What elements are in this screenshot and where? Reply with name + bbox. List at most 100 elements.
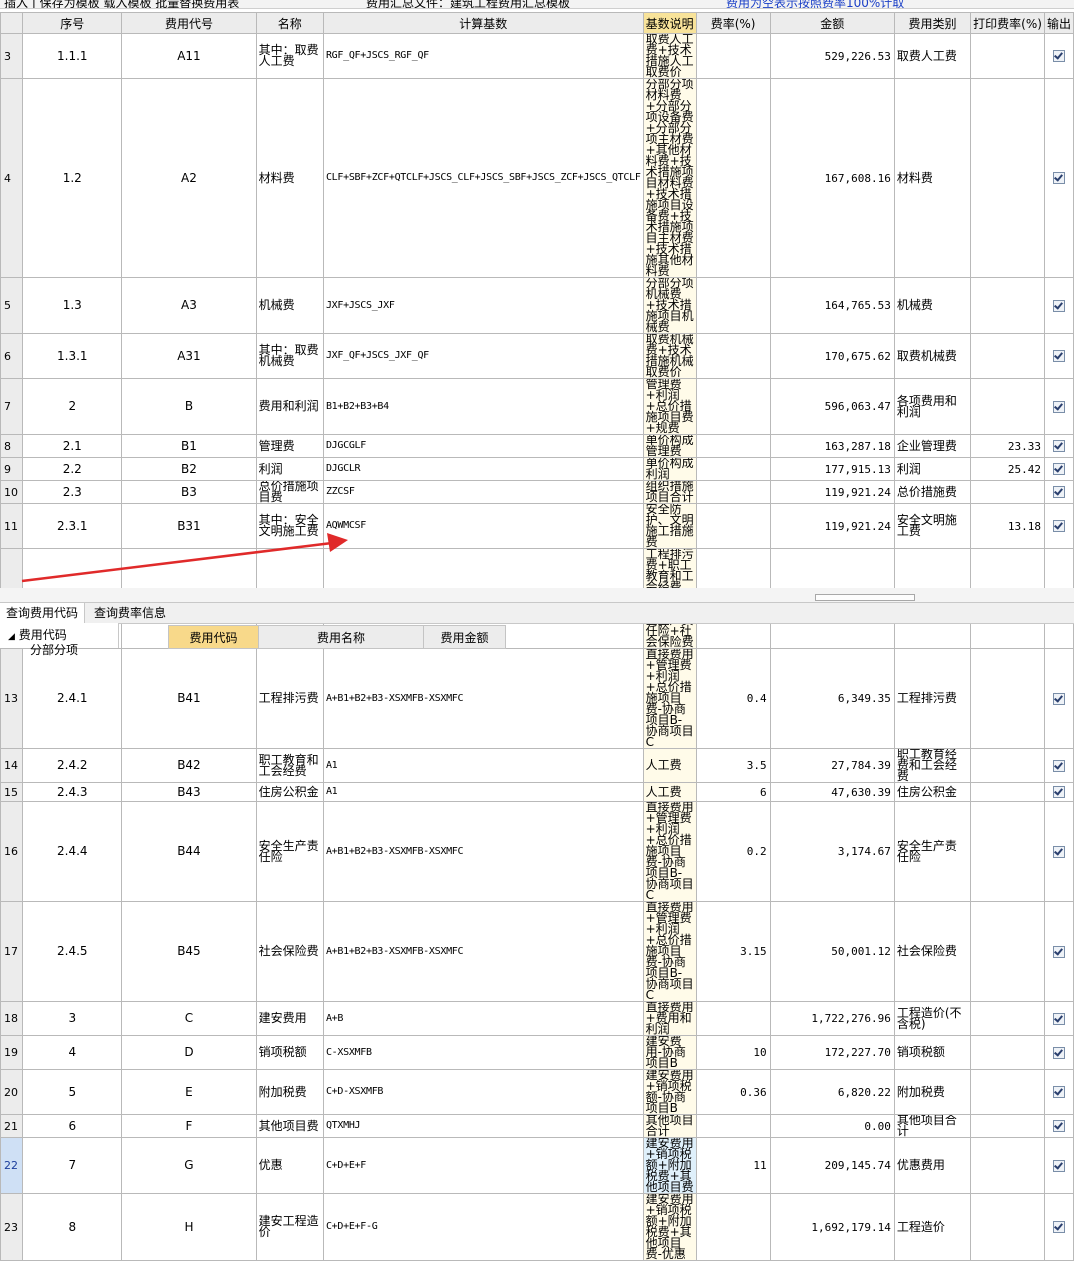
category-cell[interactable]: 企业管理费 [893,434,972,458]
name-cell[interactable]: 其中：取费人工费 [255,33,324,79]
seq-cell[interactable]: 4 [22,1035,123,1070]
seq-cell[interactable]: 2.4.1 [22,648,123,749]
header-name[interactable]: 名称 [255,12,324,34]
rate-cell[interactable] [695,1193,771,1261]
code-cell[interactable]: C [121,1001,257,1036]
base-desc-cell[interactable]: 分部分项机械费+技术措施项目机械费 [642,277,697,334]
base-cell[interactable]: CLF+SBF+ZCF+QTCLF+JSCS_CLF+JSCS_SBF+JSCS… [322,78,644,278]
output-cell[interactable] [1043,801,1074,902]
toolbar-left-text[interactable]: 插入 | 保存为模板 载入模板 批量替换费用表 [4,0,239,8]
seq-cell[interactable]: 2.2 [22,457,123,481]
output-cell[interactable] [1043,378,1074,435]
name-cell[interactable]: 机械费 [255,277,324,334]
amount-cell[interactable]: 177,915.13 [769,457,895,481]
base-cell[interactable]: B1+B2+B3+B4 [322,378,644,435]
output-cell[interactable] [1043,1069,1074,1115]
amount-cell[interactable]: 0.00 [769,1114,895,1138]
name-cell[interactable]: 优惠 [255,1137,324,1194]
category-cell[interactable]: 各项费用和利润 [893,378,972,435]
rate-cell[interactable]: 10 [695,1035,771,1070]
category-cell[interactable]: 优惠费用 [893,1137,972,1194]
output-cell[interactable] [1043,277,1074,334]
code-cell[interactable]: E [121,1069,257,1115]
name-cell[interactable]: 其中：取费机械费 [255,333,324,379]
code-cell[interactable]: B41 [121,648,257,749]
table-row[interactable]: 22 7 G 优惠 C+D+E+F 建安费用+销项税额+附加税费+其他项目费 11 209,1… [0,1137,1074,1194]
print-rate-cell[interactable] [970,1069,1045,1115]
output-checkbox[interactable] [1052,1012,1065,1025]
amount-cell[interactable]: 3,174.67 [769,801,895,902]
amount-cell[interactable]: 119,921.24 [769,480,895,504]
rate-cell[interactable] [695,378,771,435]
code-cell[interactable]: B2 [121,457,257,481]
amount-cell[interactable]: 529,226.53 [769,33,895,79]
base-desc-cell[interactable]: 安全防护、文明施工措施费 [642,503,697,549]
seq-cell[interactable]: 2.3.1 [22,503,123,549]
amount-cell[interactable]: 6,820.22 [769,1069,895,1115]
base-cell[interactable]: A+B1+B2+B3-XSXMFB-XSXMFC [322,801,644,902]
output-checkbox[interactable] [1052,463,1065,475]
base-desc-cell[interactable]: 建安费用+销项税额-协商项目B [642,1069,697,1115]
base-cell[interactable]: A+B1+B2+B3-XSXMFB-XSXMFC [322,648,644,749]
code-cell[interactable]: A2 [121,78,257,278]
seq-cell[interactable]: 1.3 [22,277,123,334]
code-cell[interactable]: B [121,378,257,435]
rate-cell[interactable] [695,1114,771,1138]
rate-cell[interactable]: 0.36 [695,1069,771,1115]
code-cell[interactable]: B31 [121,503,257,549]
output-checkbox[interactable] [1052,945,1065,958]
amount-cell[interactable]: 596,063.47 [769,378,895,435]
category-cell[interactable]: 安全文明施工费 [893,503,972,549]
seq-cell[interactable]: 5 [22,1069,123,1115]
print-rate-cell[interactable] [970,1001,1045,1036]
print-rate-cell[interactable]: 25.42 [970,457,1045,481]
print-rate-cell[interactable] [970,801,1045,902]
name-cell[interactable]: 附加税费 [255,1069,324,1115]
output-cell[interactable] [1043,1114,1074,1138]
output-cell[interactable] [1043,748,1074,783]
base-desc-cell[interactable]: 建安费用-协商项目B [642,1035,697,1070]
seq-cell[interactable]: 3 [22,1001,123,1036]
print-rate-cell[interactable]: 13.18 [970,503,1045,549]
name-cell[interactable]: 利润 [255,457,324,481]
print-rate-cell[interactable] [970,901,1045,1002]
category-cell[interactable]: 工程造价 [893,1193,972,1261]
base-cell[interactable]: ZZCSF [322,480,644,504]
base-desc-cell[interactable]: 单价构成管理费 [642,434,697,458]
table-row[interactable]: 11 2.3.1 B31 其中：安全文明施工费 AQWMCSF 安全防护、文明施工措施费 1… [0,503,1074,549]
code-cell[interactable]: A3 [121,277,257,334]
seq-cell[interactable]: 8 [22,1193,123,1261]
collapse-icon[interactable]: ◢ [8,632,15,642]
output-checkbox[interactable] [1052,1086,1065,1098]
code-cell[interactable]: B3 [121,480,257,504]
category-cell[interactable]: 工程造价(不含税) [893,1001,972,1036]
output-checkbox[interactable] [1052,440,1065,452]
table-row[interactable]: 13 2.4.1 B41 工程排污费 A+B1+B2+B3-XSXMFB-XSXMFC 直… [0,648,1074,749]
table-row[interactable]: 5 1.3 A3 机械费 JXF+JSCS_JXF 分部分项机械费+技术措施项目机械费 16… [0,277,1074,334]
rate-cell[interactable] [695,78,771,278]
print-rate-cell[interactable] [970,782,1045,802]
name-cell[interactable]: 费用和利润 [255,378,324,435]
header-amount[interactable]: 金额 [769,12,895,34]
output-cell[interactable] [1043,648,1074,749]
base-cell[interactable]: RGF_QF+JSCS_RGF_QF [322,33,644,79]
base-desc-cell[interactable]: 建安费用+销项税额+附加税费+其他项目费 [642,1137,697,1194]
code-cell[interactable]: F [121,1114,257,1138]
name-cell[interactable]: 建安工程造价 [255,1193,324,1261]
amount-cell[interactable]: 164,765.53 [769,277,895,334]
category-cell[interactable]: 取费机械费 [893,333,972,379]
print-rate-cell[interactable] [970,1114,1045,1138]
base-desc-cell[interactable]: 直接费用+管理费+利润+总价措施项目费-协商项目B-协商项目C [642,801,697,902]
seq-cell[interactable]: 2.4.5 [22,901,123,1002]
output-checkbox[interactable] [1052,172,1065,184]
category-cell[interactable]: 销项税额 [893,1035,972,1070]
code-cell[interactable]: B45 [121,901,257,1002]
table-row[interactable]: 19 4 D 销项税额 C-XSXMFB 建安费用-协商项目B 10 172,227.70 销项… [0,1035,1074,1070]
table-row[interactable]: 8 2.1 B1 管理费 DJGCGLF 单价构成管理费 163,287.18 企业管理费 23… [0,434,1074,458]
amount-cell[interactable]: 172,227.70 [769,1035,895,1070]
base-desc-cell[interactable]: 直接费用+费用和利润 [642,1001,697,1036]
header-seq[interactable]: 序号 [22,12,123,34]
base-cell[interactable]: QTXMHJ [322,1114,644,1138]
code-cell[interactable]: D [121,1035,257,1070]
print-rate-cell[interactable] [970,1035,1045,1070]
